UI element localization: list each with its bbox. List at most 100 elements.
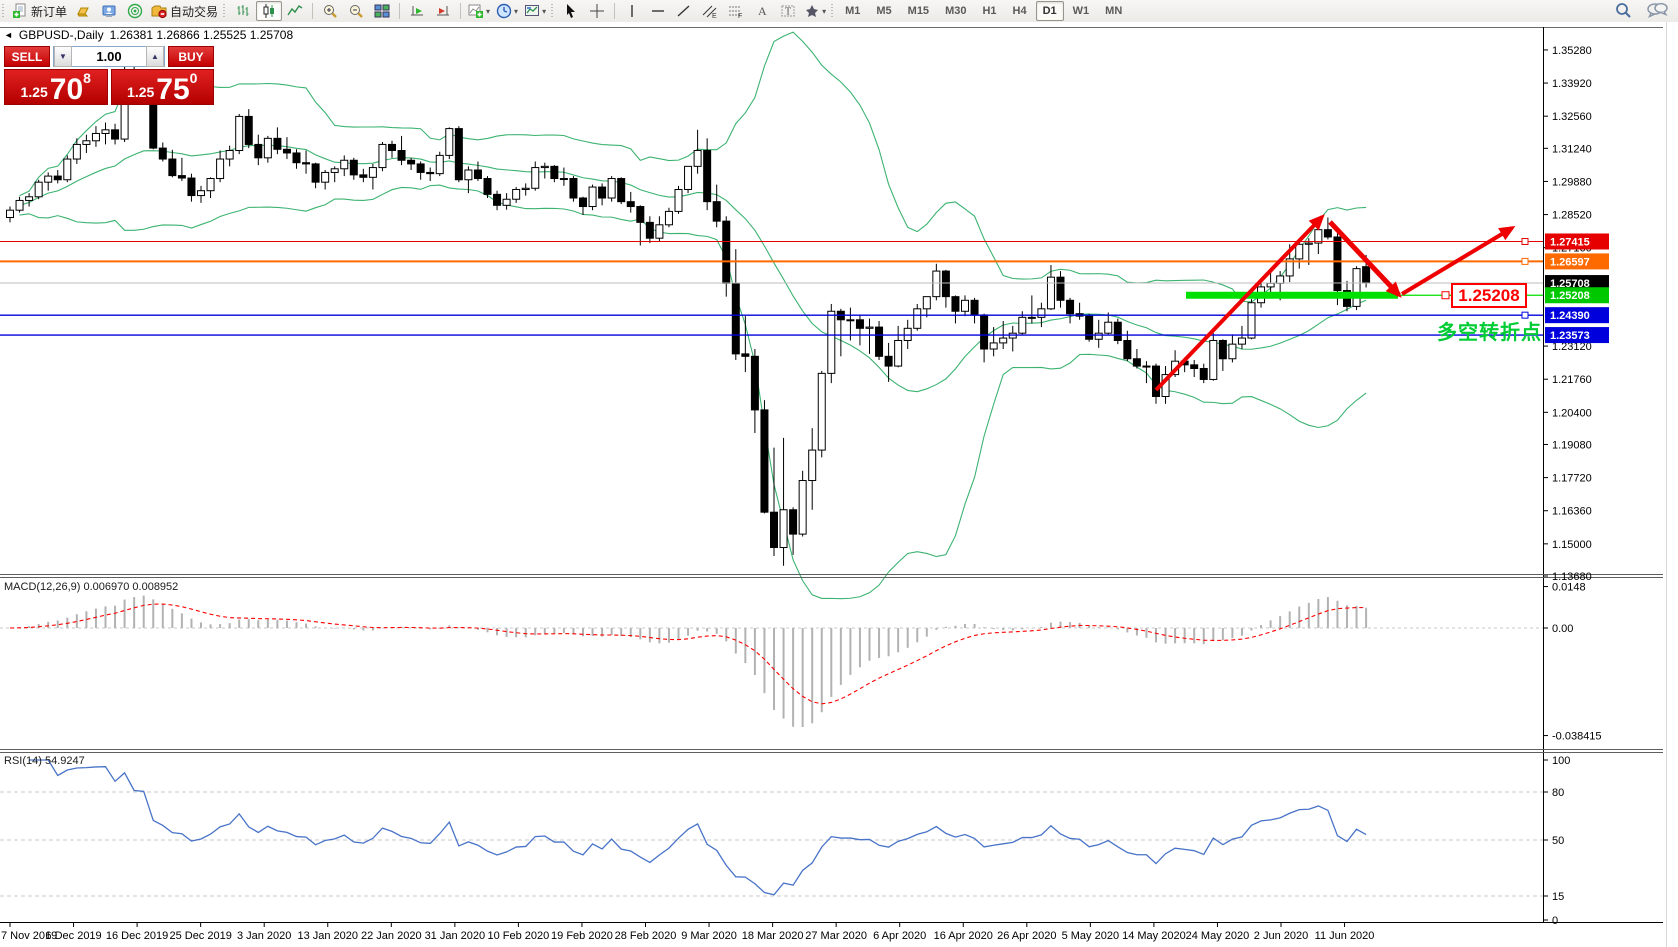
text-label-button[interactable]: T <box>775 1 801 21</box>
candle-body <box>217 159 224 178</box>
candle-body <box>283 149 290 153</box>
zoom-in-button[interactable] <box>317 1 343 21</box>
candle-body <box>73 144 80 159</box>
candle-body <box>1277 276 1284 283</box>
timeframe-button-m5[interactable]: M5 <box>869 1 898 21</box>
candle-body <box>828 311 835 373</box>
line-chart-button[interactable] <box>282 1 308 21</box>
volume-up-button[interactable]: ▲ <box>146 46 164 67</box>
horizontal-line-button[interactable] <box>645 1 671 21</box>
toolbar-grip[interactable] <box>831 4 836 18</box>
rsi-tick-label: 100 <box>1552 755 1570 767</box>
trendline-button[interactable] <box>671 1 697 21</box>
zoom-out-button[interactable] <box>343 1 369 21</box>
channel-icon: E <box>701 3 719 19</box>
price-tag-label: 1.26597 <box>1550 256 1590 268</box>
signals-icon <box>127 3 143 19</box>
signals-button[interactable] <box>122 1 148 21</box>
candle-body <box>541 166 548 167</box>
candle-body <box>465 170 472 180</box>
timeframe-button-m15[interactable]: M15 <box>901 1 936 21</box>
fibonacci-button[interactable]: F <box>723 1 749 21</box>
price-tick-label: 1.21760 <box>1552 374 1592 386</box>
templates-button[interactable]: ▾ <box>521 1 549 21</box>
search-icon[interactable] <box>1614 1 1632 22</box>
vertical-line-button[interactable] <box>619 1 645 21</box>
rsi-tick-label: 80 <box>1552 787 1564 799</box>
timeframe-button-h4[interactable]: H4 <box>1006 1 1034 21</box>
macd-tick-label: 0.0148 <box>1552 582 1586 594</box>
note-box-anchor[interactable] <box>1442 292 1449 299</box>
candle-body <box>1028 317 1035 318</box>
candle-body <box>264 138 271 157</box>
chart-title: ◄ GBPUSD-,Daily 1.26381 1.26866 1.25525 … <box>4 28 293 42</box>
arrows-objects-button[interactable]: ▾ <box>801 1 829 21</box>
line-anchor-handle[interactable] <box>1522 258 1528 264</box>
chat-icon[interactable] <box>1646 1 1668 22</box>
gold-button[interactable] <box>70 1 96 21</box>
candle-body <box>847 320 854 321</box>
volume-value[interactable]: 1.00 <box>72 49 146 64</box>
candle-body <box>885 356 892 366</box>
bar-chart-button[interactable] <box>230 1 256 21</box>
candle-body <box>1047 277 1054 309</box>
candle-body <box>971 300 978 315</box>
sell-button[interactable]: SELL <box>4 46 50 67</box>
price-tick-label: 1.15000 <box>1552 539 1592 551</box>
candle-body <box>245 116 252 144</box>
indicators-button[interactable]: ▾ <box>465 1 493 21</box>
buy-price-button[interactable]: 1.25 75 0 <box>111 69 215 105</box>
one-click-toggle-icon[interactable]: ◄ <box>4 30 13 40</box>
text-button[interactable]: A <box>749 1 775 21</box>
candle-body <box>417 164 424 173</box>
crosshair-button[interactable] <box>584 1 610 21</box>
chart-shift-button[interactable] <box>430 1 456 21</box>
svg-text:T: T <box>785 7 791 18</box>
candle-body <box>226 151 233 160</box>
timeframe-button-w1[interactable]: W1 <box>1066 1 1097 21</box>
candle-body <box>26 197 33 201</box>
line-anchor-handle[interactable] <box>1522 238 1528 244</box>
trendline-icon <box>676 3 692 19</box>
toolbar-grip[interactable] <box>551 4 556 18</box>
profile-button[interactable] <box>96 1 122 21</box>
auto-trading-icon <box>151 3 167 19</box>
sell-price-button[interactable]: 1.25 70 8 <box>4 69 108 105</box>
turning-point-note[interactable]: 多空转折点 <box>1437 316 1542 345</box>
price-tick-label: 1.32560 <box>1552 111 1592 123</box>
price-note-box[interactable]: 1.25208 <box>1451 283 1527 308</box>
periods-button[interactable]: ▾ <box>493 1 521 21</box>
candle-body <box>398 151 405 161</box>
toolbar-grip[interactable] <box>2 4 7 18</box>
tile-windows-button[interactable] <box>369 1 395 21</box>
new-order-icon <box>12 3 28 19</box>
timeframe-button-h1[interactable]: H1 <box>975 1 1003 21</box>
dropdown-arrow-icon: ▾ <box>822 7 826 16</box>
time-tick-label: 14 May 2020 <box>1122 930 1186 942</box>
candle-body <box>1067 300 1074 313</box>
new-order-button[interactable]: 新订单 <box>9 1 70 21</box>
timeframe-button-m30[interactable]: M30 <box>938 1 973 21</box>
candle-body <box>1133 359 1140 366</box>
timeframe-button-m1[interactable]: M1 <box>838 1 867 21</box>
candle-body <box>1143 366 1150 367</box>
candle-body <box>494 194 501 205</box>
timeframe-button-d1[interactable]: D1 <box>1036 1 1064 21</box>
toolbar-grip[interactable] <box>223 4 228 18</box>
cursor-button[interactable] <box>558 1 584 21</box>
candle-body <box>455 129 462 180</box>
time-tick-label: 9 Mar 2020 <box>681 930 737 942</box>
candle-body <box>560 179 567 180</box>
price-chart[interactable]: 1.352801.339201.325601.312401.298801.285… <box>0 22 1678 947</box>
timeframe-button-mn[interactable]: MN <box>1098 1 1129 21</box>
candlestick-chart-button[interactable] <box>256 1 282 21</box>
candle-body <box>350 160 357 175</box>
volume-down-button[interactable]: ▼ <box>54 46 72 67</box>
buy-button[interactable]: BUY <box>168 46 214 67</box>
dropdown-arrow-icon: ▾ <box>542 7 546 16</box>
equidistant-channel-button[interactable]: E <box>697 1 723 21</box>
gold-bar-icon <box>75 3 91 19</box>
auto-trading-button[interactable]: 自动交易 <box>148 1 221 21</box>
auto-scroll-button[interactable] <box>404 1 430 21</box>
buy-price-base: 1.25 <box>127 85 154 102</box>
